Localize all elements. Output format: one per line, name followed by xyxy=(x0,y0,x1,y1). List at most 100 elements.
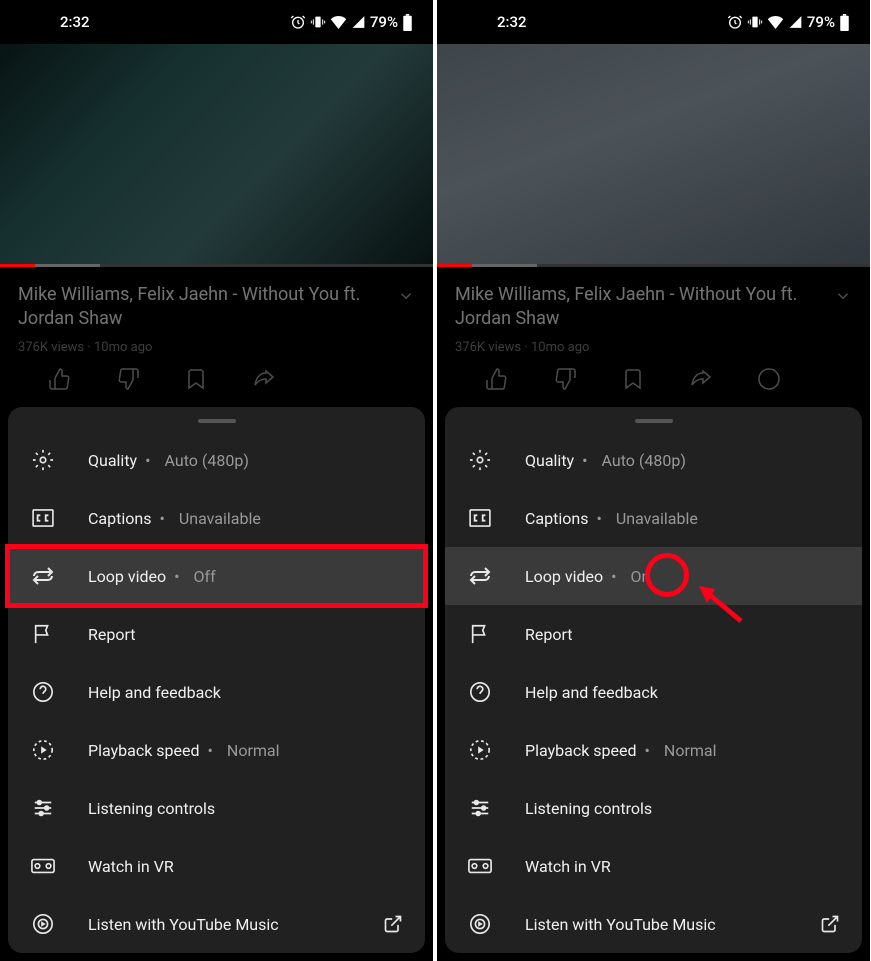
ytmusic-icon xyxy=(467,911,493,937)
video-title[interactable]: Mike Williams, Felix Jaehn - Without You… xyxy=(455,283,852,332)
ytmusic-icon xyxy=(30,911,56,937)
sliders-icon xyxy=(467,795,493,821)
status-bar: 2:32 79% xyxy=(0,0,433,44)
menu-speed[interactable]: Playback speed • Normal xyxy=(8,721,425,779)
save-icon[interactable] xyxy=(184,367,208,391)
like-icon[interactable] xyxy=(48,367,72,391)
sheet-handle[interactable] xyxy=(198,419,236,423)
more-icon[interactable] xyxy=(757,367,781,391)
video-info: Mike Williams, Felix Jaehn - Without You… xyxy=(0,267,433,411)
battery-text: 79% xyxy=(370,13,398,31)
help-icon xyxy=(30,679,56,705)
vr-icon xyxy=(30,853,56,879)
menu-label: Playback speed xyxy=(88,741,200,760)
dislike-icon[interactable] xyxy=(116,367,140,391)
loop-icon xyxy=(467,563,493,589)
dislike-icon[interactable] xyxy=(553,367,577,391)
video-meta: 376K views · 10mo ago xyxy=(455,340,852,355)
menu-speed[interactable]: Playback speed • Normal xyxy=(445,721,862,779)
menu-label: Quality xyxy=(88,451,137,470)
menu-label: Captions xyxy=(525,509,588,528)
menu-label: Listen with YouTube Music xyxy=(88,915,279,934)
menu-help[interactable]: Help and feedback xyxy=(445,663,862,721)
chevron-down-icon[interactable] xyxy=(834,287,852,305)
video-title[interactable]: Mike Williams, Felix Jaehn - Without You… xyxy=(18,283,415,332)
menu-label: Quality xyxy=(525,451,574,470)
menu-ytmusic[interactable]: Listen with YouTube Music xyxy=(445,895,862,953)
menu-label: Watch in VR xyxy=(88,857,174,876)
menu-value: Unavailable xyxy=(179,509,261,528)
menu-label: Loop video xyxy=(88,567,166,586)
sheet-handle[interactable] xyxy=(635,419,673,423)
signal-icon xyxy=(351,15,366,29)
menu-value: Unavailable xyxy=(616,509,698,528)
menu-label: Listening controls xyxy=(88,799,215,818)
menu-captions[interactable]: Captions • Unavailable xyxy=(445,489,862,547)
flag-icon xyxy=(30,621,56,647)
like-icon[interactable] xyxy=(485,367,509,391)
menu-listening[interactable]: Listening controls xyxy=(445,779,862,837)
chevron-down-icon[interactable] xyxy=(397,287,415,305)
menu-value: Normal xyxy=(227,741,280,760)
menu-vr[interactable]: Watch in VR xyxy=(8,837,425,895)
annotation-circle xyxy=(645,553,689,597)
menu-label: Help and feedback xyxy=(88,683,221,702)
annotation-arrow xyxy=(693,583,745,625)
battery-icon xyxy=(402,14,413,31)
menu-value: Auto (480p) xyxy=(602,451,686,470)
save-icon[interactable] xyxy=(621,367,645,391)
menu-label: Report xyxy=(88,625,136,644)
sliders-icon xyxy=(30,795,56,821)
gear-icon xyxy=(30,447,56,473)
speed-icon xyxy=(30,737,56,763)
status-icons: 79% xyxy=(290,13,413,31)
wifi-icon xyxy=(330,15,347,29)
menu-label: Listening controls xyxy=(525,799,652,818)
menu-quality[interactable]: Quality • Auto (480p) xyxy=(8,431,425,489)
external-icon xyxy=(383,914,403,934)
share-icon[interactable] xyxy=(252,367,276,391)
status-time: 2:32 xyxy=(457,13,527,31)
status-time: 2:32 xyxy=(20,13,90,31)
signal-icon xyxy=(788,15,803,29)
share-icon[interactable] xyxy=(689,367,713,391)
external-icon xyxy=(820,914,840,934)
status-icons: 79% xyxy=(727,13,850,31)
cc-icon xyxy=(30,505,56,531)
menu-help[interactable]: Help and feedback xyxy=(8,663,425,721)
video-meta: 376K views · 10mo ago xyxy=(18,340,415,355)
menu-label: Captions xyxy=(88,509,151,528)
menu-label: Watch in VR xyxy=(525,857,611,876)
menu-label: Playback speed xyxy=(525,741,637,760)
cc-icon xyxy=(467,505,493,531)
alarm-icon xyxy=(290,14,306,30)
status-bar: 2:32 79% xyxy=(437,0,870,44)
menu-label: Loop video xyxy=(525,567,603,586)
menu-value: Off xyxy=(194,567,216,586)
wifi-icon xyxy=(767,15,784,29)
menu-value: On xyxy=(631,567,651,586)
menu-vr[interactable]: Watch in VR xyxy=(445,837,862,895)
menu-ytmusic[interactable]: Listen with YouTube Music xyxy=(8,895,425,953)
vibrate-icon xyxy=(747,14,763,30)
battery-text: 79% xyxy=(807,13,835,31)
video-thumbnail[interactable] xyxy=(437,44,870,264)
menu-report[interactable]: Report xyxy=(8,605,425,663)
menu-value: Normal xyxy=(664,741,717,760)
menu-quality[interactable]: Quality • Auto (480p) xyxy=(445,431,862,489)
menu-loop[interactable]: Loop video • Off xyxy=(8,547,425,605)
menu-label: Help and feedback xyxy=(525,683,658,702)
menu-report[interactable]: Report xyxy=(445,605,862,663)
menu-loop[interactable]: Loop video • On xyxy=(445,547,862,605)
phone-right: 2:32 79% Mike Williams, Felix Jaehn - Wi… xyxy=(437,0,870,961)
menu-captions[interactable]: Captions • Unavailable xyxy=(8,489,425,547)
video-thumbnail[interactable] xyxy=(0,44,433,264)
vr-icon xyxy=(467,853,493,879)
video-info: Mike Williams, Felix Jaehn - Without You… xyxy=(437,267,870,411)
menu-value: Auto (480p) xyxy=(165,451,249,470)
action-row xyxy=(455,355,852,403)
action-row xyxy=(18,355,415,403)
menu-listening[interactable]: Listening controls xyxy=(8,779,425,837)
menu-label: Report xyxy=(525,625,573,644)
vibrate-icon xyxy=(310,14,326,30)
